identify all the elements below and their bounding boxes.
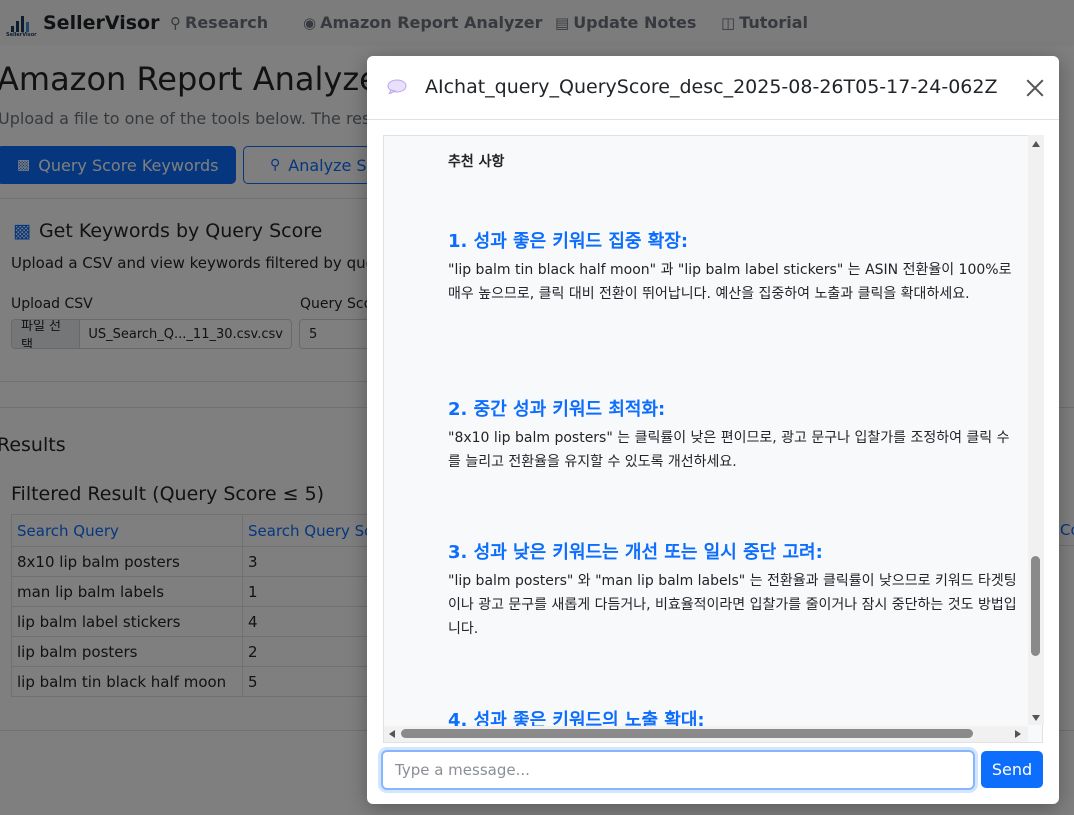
recommendation-title: 2. 중간 성과 키워드 최적화: — [448, 399, 666, 420]
scroll-down-arrow-icon[interactable] — [1032, 715, 1040, 721]
scrollbar-thumb[interactable] — [1031, 556, 1040, 656]
scroll-up-arrow-icon[interactable] — [1032, 141, 1040, 147]
scrollbar-thumb[interactable] — [401, 729, 973, 738]
modal-title: AIchat_query_QueryScore_desc_2025-08-26T… — [425, 76, 998, 98]
recommendation-body: "lip balm posters" 와 "man lip balm label… — [448, 573, 1017, 637]
chat-message-area[interactable]: 추천 사항 1. 성과 좋은 키워드 집중 확장: "lip balm tin … — [383, 135, 1043, 743]
recommendation-title: 1. 성과 좋은 키워드 집중 확장: — [448, 231, 689, 252]
recommendation-title: 3. 성과 낮은 키워드는 개선 또는 일시 중단 고려: — [448, 542, 823, 563]
scroll-left-arrow-icon[interactable] — [389, 730, 395, 738]
recommendation-body: "lip balm tin black half moon" 과 "lip ba… — [448, 262, 1012, 302]
modal-header: AIchat_query_QueryScore_desc_2025-08-26T… — [367, 56, 1059, 120]
section-heading: 추천 사항 — [448, 154, 505, 170]
message-input[interactable] — [381, 750, 975, 790]
recommendation-body: "8x10 lip balm posters" 는 클릭률이 낮은 편이므로, … — [448, 430, 1010, 470]
horizontal-scrollbar[interactable] — [384, 726, 1028, 742]
send-button[interactable]: Send — [981, 751, 1043, 788]
scroll-right-arrow-icon[interactable] — [1015, 730, 1021, 738]
ai-chat-modal: AIchat_query_QueryScore_desc_2025-08-26T… — [367, 56, 1059, 804]
close-icon[interactable] — [1022, 75, 1048, 101]
chat-bubble-icon — [387, 79, 407, 94]
vertical-scrollbar[interactable] — [1028, 135, 1044, 725]
